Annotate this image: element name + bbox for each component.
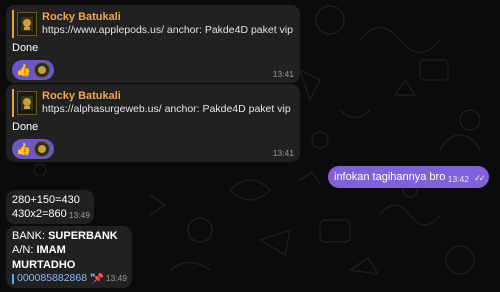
reaction-pill[interactable]: 👍: [12, 139, 54, 160]
reply-preview[interactable]: Rocky Batukali https://alphasurgeweb.us/…: [12, 89, 294, 117]
reply-avatar-icon: [17, 90, 37, 115]
message-time: 13:41: [272, 147, 294, 158]
double-check-icon: ✓✓: [473, 173, 486, 183]
message-time: 13:49: [105, 273, 127, 284]
outgoing-message[interactable]: infokan tagihannya bro 13:42 ✓✓: [328, 166, 489, 188]
pin-icon: 📌: [92, 273, 104, 284]
reply-snippet: https://www.applepods.us/ anchor: Pakde4…: [42, 24, 294, 37]
account-number: 000085882868: [17, 271, 88, 284]
bank-name: SUPERBANK: [48, 230, 118, 242]
incoming-message[interactable]: BANK: SUPERBANK A/N: IMAM MURTADHO 00008…: [6, 226, 132, 288]
reply-sender-name: Rocky Batukali: [42, 11, 121, 23]
quote-bar: [12, 273, 14, 284]
reply-sender-name: Rocky Batukali: [42, 90, 121, 102]
bank-label: BANK:: [12, 230, 49, 242]
reactor-avatar: [33, 141, 50, 158]
message-time: 13:41: [272, 68, 294, 79]
incoming-message[interactable]: Rocky Batukali https://www.applepods.us/…: [6, 5, 300, 83]
reply-avatar-icon: [17, 11, 37, 36]
reactor-avatar: [33, 62, 50, 79]
incoming-message[interactable]: 280+150=430 430x2=860 13:49: [6, 190, 94, 224]
message-time: 13:49: [68, 209, 90, 220]
message-text: Done: [12, 41, 39, 54]
reaction-pill[interactable]: 👍: [12, 60, 54, 81]
reply-preview[interactable]: Rocky Batukali https://www.applepods.us/…: [12, 10, 294, 38]
message-text: infokan tagihannya bro: [334, 171, 446, 183]
incoming-message[interactable]: Rocky Batukali https://alphasurgeweb.us/…: [6, 84, 300, 162]
thumbs-up-icon: 👍: [16, 63, 31, 78]
message-text: Done: [12, 120, 39, 133]
message-time: 13:42: [447, 174, 469, 184]
thumbs-up-icon: 👍: [16, 142, 31, 157]
message-text-line: 280+150=430: [12, 194, 80, 206]
account-name-label: A/N:: [12, 244, 37, 257]
reply-snippet: https://alphasurgeweb.us/ anchor: Pakde4…: [42, 103, 294, 116]
